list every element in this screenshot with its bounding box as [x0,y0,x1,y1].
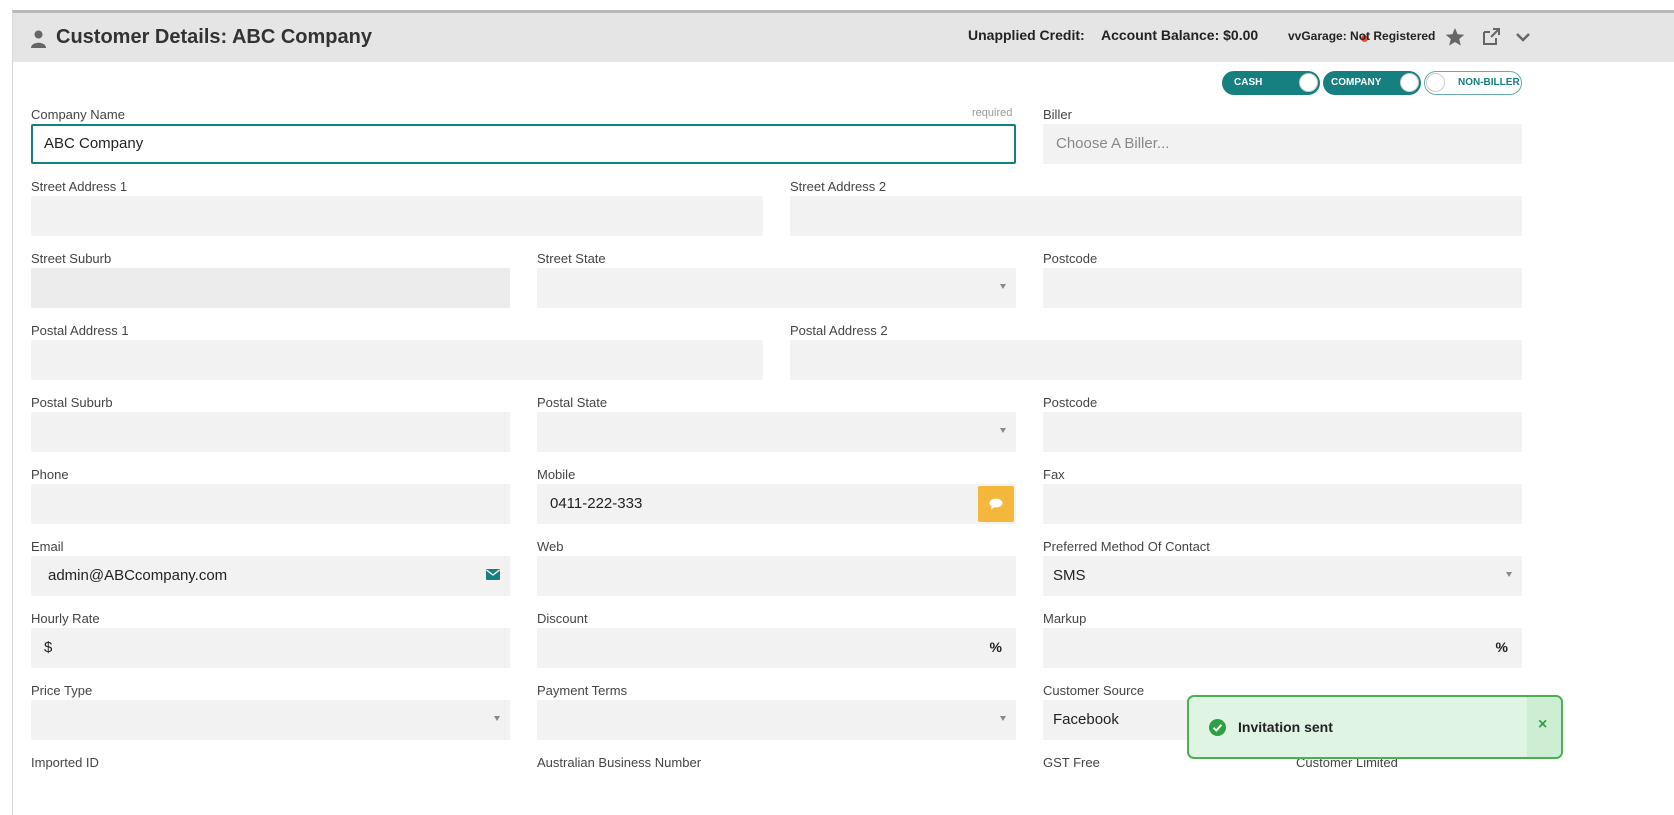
postal-suburb-label: Postal Suburb [31,395,113,410]
required-hint: required [972,107,1013,119]
toggle-knob [1426,73,1445,92]
star-icon[interactable] [1444,26,1466,48]
postal-address-1-input[interactable] [31,340,763,380]
send-sms-button[interactable] [978,486,1014,522]
preferred-contact-select[interactable]: SMS [1043,556,1522,596]
company-toggle[interactable]: COMPANY [1323,71,1421,95]
price-type-label: Price Type [31,683,93,698]
envelope-icon[interactable] [486,569,500,580]
preferred-contact-label: Preferred Method Of Contact [1043,539,1210,554]
cash-toggle-label: CASH [1234,77,1263,88]
caret-down-icon [494,716,500,721]
company-name-value: ABC Company [44,135,144,152]
postal-postcode-input[interactable] [1043,412,1522,452]
phone-input[interactable] [31,484,510,524]
company-name-label: Company Name [31,107,125,122]
street-state-select[interactable] [537,268,1016,308]
preferred-contact-value: SMS [1053,567,1086,584]
currency-prefix: $ [44,639,53,656]
mobile-input[interactable]: 0411-222-333 [537,484,1016,524]
payment-terms-label: Payment Terms [537,683,628,698]
account-balance: Account Balance: $0.00 [1101,27,1259,43]
street-postcode-input[interactable] [1043,268,1522,308]
postal-state-select[interactable] [537,412,1016,452]
mobile-label: Mobile [537,467,576,482]
user-icon [31,30,46,48]
toggle-knob [1299,73,1318,92]
email-input[interactable]: admin@ABCcompany.com [31,556,510,596]
email-label: Email [31,539,64,554]
non-biller-toggle[interactable]: NON-BILLER [1424,71,1522,95]
street-suburb-input[interactable] [31,268,510,308]
close-icon: × [1538,716,1548,733]
mobile-value: 0411-222-333 [550,495,643,512]
postal-state-label: Postal State [537,395,608,410]
postal-address-2-label: Postal Address 2 [790,323,888,338]
chevron-down-icon[interactable] [1512,26,1534,48]
company-toggle-label: COMPANY [1331,77,1382,88]
web-input[interactable] [537,556,1016,596]
unapplied-credit: Unapplied Credit: [968,27,1085,43]
street-address-2-label: Street Address 2 [790,179,887,194]
biller-select[interactable]: Choose A Biller... [1043,124,1522,164]
toast-close-button[interactable]: × [1527,697,1561,757]
comment-icon [989,498,1003,510]
external-link-icon[interactable] [1480,26,1502,48]
postal-address-2-input[interactable] [790,340,1522,380]
percent-suffix: % [989,639,1002,655]
phone-label: Phone [31,467,69,482]
customer-source-value: Facebook [1053,711,1119,728]
page-title: Customer Details: ABC Company [56,26,372,48]
web-label: Web [537,539,564,554]
vvgarage-status: vvGarage: Not Registered [1288,29,1436,43]
street-address-2-input[interactable] [790,196,1522,236]
discount-label: Discount [537,611,588,626]
caret-down-icon [1000,716,1006,721]
gst-free-label: GST Free [1043,755,1100,770]
customer-source-label: Customer Source [1043,683,1145,698]
price-type-select[interactable] [31,700,510,740]
company-name-input[interactable]: ABC Company [31,124,1016,164]
street-address-1-label: Street Address 1 [31,179,128,194]
fax-label: Fax [1043,467,1065,482]
toggle-knob [1400,73,1419,92]
fax-input[interactable] [1043,484,1522,524]
abn-label: Australian Business Number [537,755,702,770]
caret-down-icon [1000,284,1006,289]
email-value: admin@ABCcompany.com [48,567,228,584]
postal-postcode-label: Postcode [1043,395,1098,410]
hourly-rate-label: Hourly Rate [31,611,100,626]
non-biller-toggle-label: NON-BILLER [1458,77,1520,88]
markup-input[interactable]: % [1043,628,1522,668]
biller-label: Biller [1043,107,1072,122]
toast-message: Invitation sent [1238,719,1333,735]
payment-terms-select[interactable] [537,700,1016,740]
street-postcode-label: Postcode [1043,251,1098,266]
hourly-rate-input[interactable]: $ [31,628,510,668]
street-state-label: Street State [537,251,606,266]
percent-suffix: % [1495,639,1508,655]
street-suburb-label: Street Suburb [31,251,112,266]
caret-down-icon [1506,572,1512,577]
postal-suburb-input[interactable] [31,412,510,452]
checkmark-glyph [1212,724,1223,732]
markup-label: Markup [1043,611,1087,626]
cash-toggle[interactable]: CASH [1222,71,1320,95]
biller-placeholder: Choose A Biller... [1056,135,1170,152]
caret-down-icon [1000,428,1006,433]
toast-notification: Invitation sent × [1187,695,1563,759]
discount-input[interactable]: % [537,628,1016,668]
check-circle-icon [1209,719,1226,736]
panel-header: Customer Details: ABC Company Unapplied … [13,13,1674,62]
street-address-1-input[interactable] [31,196,763,236]
postal-address-1-label: Postal Address 1 [31,323,129,338]
imported-id-label: Imported ID [31,755,99,770]
